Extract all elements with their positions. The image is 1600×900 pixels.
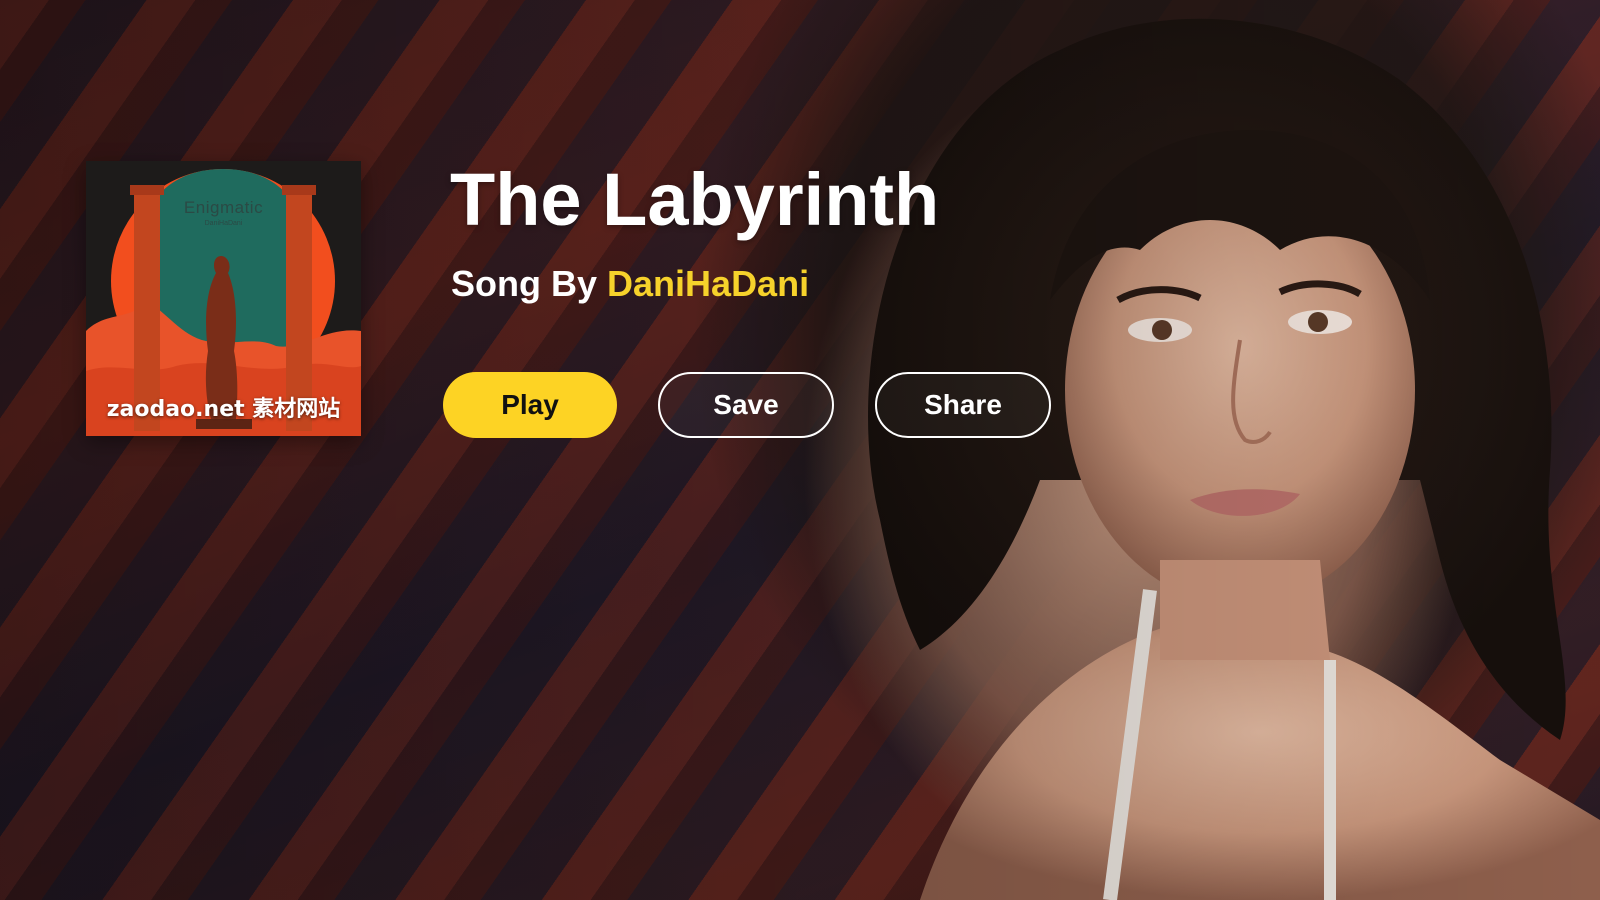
song-hero: Enigmatic DaniHaDani zaodao.net 素材网站 The… bbox=[0, 0, 1600, 900]
song-title: The Labyrinth bbox=[450, 158, 940, 241]
watermark-text: zaodao.net 素材网站 bbox=[106, 397, 341, 422]
byline-prefix: Song By bbox=[451, 263, 598, 304]
background-overlay bbox=[0, 0, 1600, 900]
cover-artist-name: DaniHaDani bbox=[204, 220, 243, 227]
song-byline: Song By DaniHaDani bbox=[451, 262, 809, 306]
cover-album-title: Enigmatic bbox=[183, 198, 264, 217]
save-button[interactable]: Save bbox=[658, 372, 834, 438]
artist-link[interactable]: DaniHaDani bbox=[607, 263, 809, 304]
share-button[interactable]: Share bbox=[875, 372, 1051, 438]
play-button[interactable]: Play bbox=[443, 372, 617, 438]
album-cover[interactable]: Enigmatic DaniHaDani zaodao.net 素材网站 bbox=[86, 161, 361, 436]
